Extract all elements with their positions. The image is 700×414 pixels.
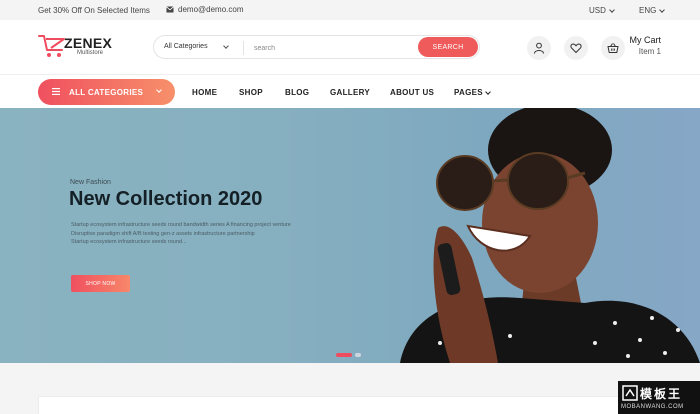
chevron-down-icon <box>659 6 666 13</box>
shop-now-button[interactable]: SHOP NOW <box>71 275 130 292</box>
search-category-select[interactable]: All Categories <box>164 42 229 50</box>
brand-tagline: Multistore <box>77 50 104 56</box>
watermark-title: 模板王 <box>640 387 683 401</box>
search-input[interactable] <box>254 41 414 55</box>
nav-shop[interactable]: SHOP <box>239 88 263 97</box>
hero-eyebrow: New Fashion <box>70 179 111 186</box>
search-bar: All Categories SEARCH <box>153 35 480 59</box>
page: Get 30% Off On Selected Items demo@demo.… <box>0 0 700 414</box>
watermark-logo: 模板王 MOBANWANG.COM <box>618 381 700 414</box>
chevron-down-icon <box>485 88 491 95</box>
contact-email[interactable]: demo@demo.com <box>166 5 243 14</box>
hero-desc-line: Disruptive paradigm shift A/B testing ge… <box>71 230 255 237</box>
hero-headline: New Collection 2020 <box>69 188 263 210</box>
account-button[interactable] <box>527 36 551 60</box>
chevron-down-icon <box>156 87 162 93</box>
search-divider <box>243 41 244 55</box>
cart-count: Item 1 <box>638 47 661 56</box>
nav-gallery[interactable]: GALLERY <box>330 88 370 97</box>
user-icon <box>534 42 544 54</box>
main-nav: ALL CATEGORIES HOME SHOP BLOG GALLERY AB… <box>0 74 700 108</box>
logo[interactable]: ZENEX Multistore <box>38 34 118 62</box>
language-select[interactable]: ENG <box>639 6 666 15</box>
slider-dot-active[interactable] <box>336 353 352 357</box>
cart-summary[interactable]: My Cart Item 1 <box>628 35 662 56</box>
nav-home[interactable]: HOME <box>192 88 217 97</box>
search-category-value: All Categories <box>164 43 208 50</box>
all-categories-label: ALL CATEGORIES <box>69 88 144 97</box>
email-text: demo@demo.com <box>178 5 244 14</box>
cart-title: My Cart <box>629 35 662 45</box>
basket-icon <box>607 43 619 53</box>
promo-text: Get 30% Off On Selected Items <box>38 6 150 15</box>
top-bar: Get 30% Off On Selected Items demo@demo.… <box>0 0 700 20</box>
chevron-down-icon <box>609 6 615 13</box>
currency-select[interactable]: USD <box>589 6 615 15</box>
nav-blog[interactable]: BLOG <box>285 88 309 97</box>
hero-slider: New Fashion New Collection 2020 Startup … <box>0 108 700 363</box>
currency-value: USD <box>589 6 606 15</box>
brand-name: ZENEX <box>64 35 113 51</box>
feature-card <box>38 396 662 414</box>
envelope-icon <box>166 6 174 13</box>
nav-pages[interactable]: PAGES <box>454 88 491 97</box>
hero-description: Startup ecosystem infrastructure seeds r… <box>71 221 371 247</box>
chevron-down-icon <box>222 42 229 49</box>
slider-dot[interactable] <box>355 353 361 357</box>
nav-pages-label: PAGES <box>454 88 483 97</box>
search-button[interactable]: SEARCH <box>418 37 478 57</box>
cart-button[interactable] <box>601 36 625 60</box>
header: ZENEX Multistore All Categories SEARCH M… <box>0 20 700 74</box>
all-categories-button[interactable]: ALL CATEGORIES <box>38 79 175 105</box>
language-value: ENG <box>639 6 657 15</box>
content-area: 模板王 MOBANWANG.COM <box>0 363 700 414</box>
wishlist-button[interactable] <box>564 36 588 60</box>
hero-model-image <box>400 108 700 363</box>
slider-dots <box>336 353 361 357</box>
watermark-icon <box>622 385 638 401</box>
hero-desc-line: Startup ecosystem infrastructure seeds r… <box>71 222 291 228</box>
heart-icon <box>570 43 582 53</box>
menu-icon <box>52 88 60 95</box>
watermark-url: MOBANWANG.COM <box>621 404 684 410</box>
hero-desc-line: Startup ecosystem infrastructure seeds r… <box>71 239 187 245</box>
nav-about-us[interactable]: ABOUT US <box>390 88 434 97</box>
